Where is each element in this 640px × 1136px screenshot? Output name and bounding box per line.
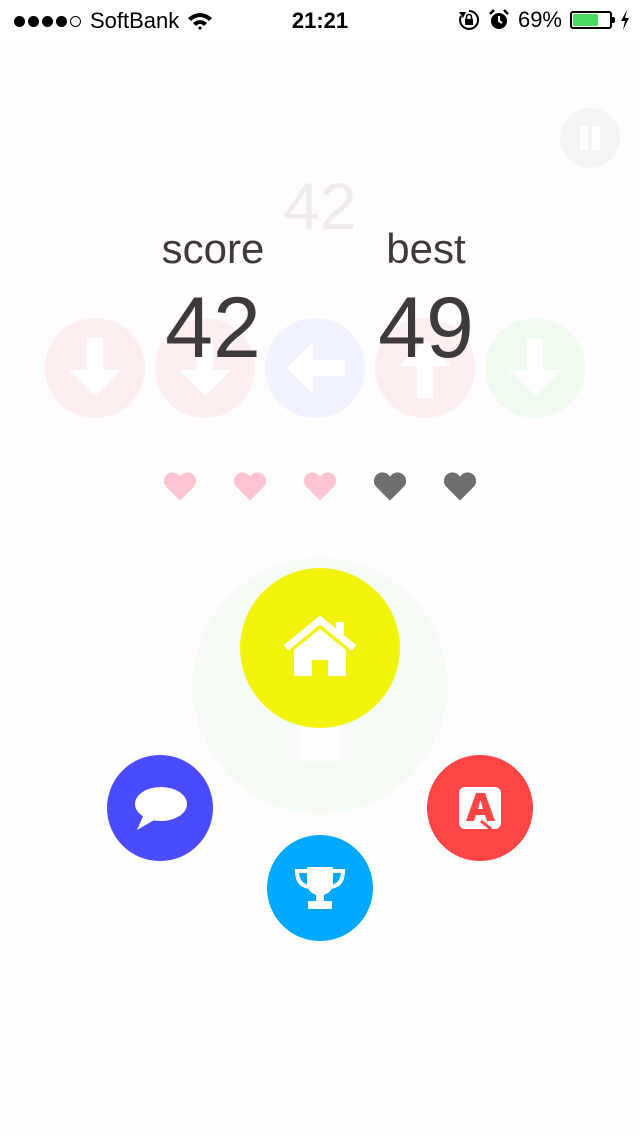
signal-dot [28, 15, 39, 27]
home-button[interactable] [240, 568, 400, 728]
signal-dot [14, 15, 25, 27]
status-left: SoftBank [14, 8, 213, 34]
home-icon [283, 616, 357, 676]
wifi-icon [188, 13, 213, 30]
battery-percent: 69% [517, 7, 562, 32]
trophy-icon [294, 867, 346, 909]
pause-button[interactable] [560, 108, 620, 168]
heart-empty-icon [440, 466, 480, 506]
score-label: score [161, 225, 265, 272]
heart-full-icon [230, 466, 270, 506]
app-store-button[interactable] [427, 755, 533, 861]
best-value: 49 [378, 280, 474, 376]
battery-tip [612, 17, 615, 23]
battery-level [573, 14, 598, 26]
chat-button[interactable] [107, 755, 213, 861]
best-block: best 49 [326, 224, 526, 378]
rotation-lock-icon [458, 9, 479, 30]
battery-icon [570, 11, 615, 29]
charging-bolt-icon [621, 10, 629, 30]
signal-dot [56, 15, 67, 27]
carrier-name: SoftBank [90, 8, 180, 33]
alarm-icon [489, 9, 509, 29]
ring-marker [300, 722, 340, 762]
heart-full-icon [300, 466, 340, 506]
best-label: best [386, 225, 466, 272]
heart-full-icon [160, 466, 200, 506]
app-store-icon [459, 787, 501, 831]
heart-empty-icon [370, 466, 410, 506]
ranking-button[interactable] [267, 835, 373, 941]
signal-dot [70, 15, 81, 27]
pause-icon [580, 126, 588, 150]
pause-icon [592, 126, 600, 150]
signal-dot [42, 15, 53, 27]
speech-bubble-icon [135, 787, 187, 830]
status-right: 69% [450, 7, 630, 33]
score-block: score 42 [113, 224, 313, 378]
score-value: 42 [165, 280, 261, 376]
status-bar: SoftBank 21:21 69% [0, 0, 640, 40]
